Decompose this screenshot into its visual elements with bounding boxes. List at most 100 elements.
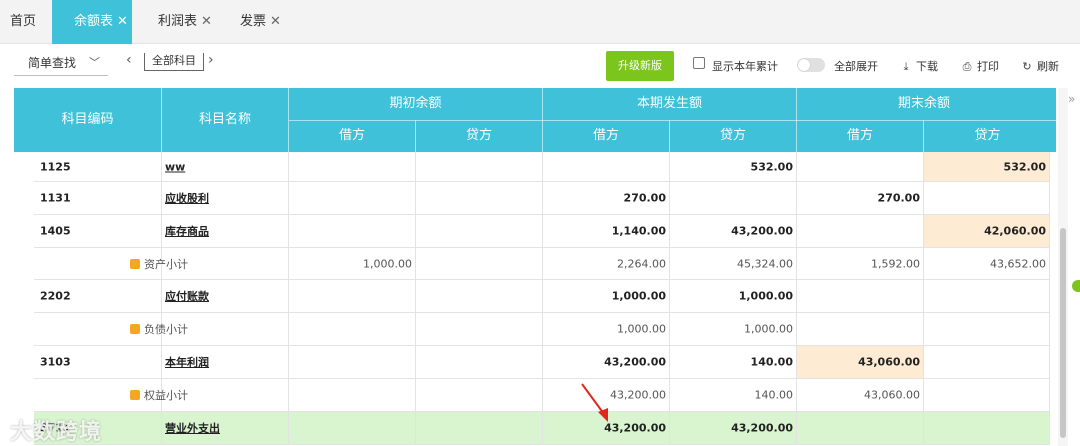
cell-name: 负债小计 — [130, 313, 289, 345]
cell-close-c: 42,060.00 — [924, 215, 1050, 247]
cell-open-d — [289, 379, 416, 411]
amount-value: 270.00 — [623, 191, 666, 205]
close-icon[interactable]: ✕ — [201, 14, 212, 29]
cell-close-c — [924, 412, 1050, 444]
cell-open-d: 1,000.00 — [289, 248, 416, 279]
amount-value: 532.00 — [750, 160, 793, 173]
chevron-left-icon[interactable]: ‹ — [126, 52, 132, 68]
account-name-link[interactable]: 营业外支出 — [165, 420, 220, 436]
amount-value: 140.00 — [750, 355, 793, 369]
subtotal-row[interactable]: 负债小计 1,000.00 1,000.00 — [34, 313, 1050, 346]
account-name-link[interactable]: 应付账款 — [165, 288, 209, 304]
account-name-link[interactable]: 应收股利 — [165, 190, 209, 206]
amount-value: 43,200.00 — [731, 421, 793, 435]
cell-close-d — [797, 313, 924, 345]
amount-value: 42,060.00 — [984, 224, 1046, 238]
account-name-link[interactable]: 本年利润 — [165, 354, 209, 370]
scope-label: 全部科目 — [152, 54, 196, 67]
table-row[interactable]: 3103 本年利润 43,200.00 140.00 43,060.00 — [34, 346, 1050, 379]
subtotal-row[interactable]: 权益小计 43,200.00 140.00 43,060.00 — [34, 379, 1050, 412]
header-code: 科目编码 — [14, 88, 162, 152]
subtotal-row[interactable]: 资产小计 1,000.00 2,264.00 45,324.00 1,592.00 43,… — [34, 248, 1050, 280]
cell-open-c — [416, 280, 543, 312]
download-button[interactable]: ⤓ 下载 — [900, 58, 938, 74]
amount-value: 43,652.00 — [990, 257, 1046, 270]
amount-value: 2,264.00 — [617, 257, 666, 270]
cell-open-d — [289, 346, 416, 378]
tab-label: 余额表 — [74, 14, 114, 29]
cell-code: 1405 — [34, 215, 162, 247]
cell-close-d: 1,592.00 — [797, 248, 924, 279]
cell-per-c: 140.00 — [670, 346, 797, 378]
cell-close-d: 270.00 — [797, 182, 924, 214]
tab-label: 利润表 — [158, 14, 198, 29]
expand-all-toggle[interactable] — [797, 58, 825, 72]
show-year-checkbox[interactable] — [693, 57, 705, 69]
table-row[interactable]: 2202 应付账款 1,000.00 1,000.00 — [34, 280, 1050, 313]
tab-balance[interactable]: 余额表 ✕ — [52, 0, 132, 44]
printer-icon: ⎙ — [962, 60, 972, 73]
table-row[interactable]: 1405 库存商品 1,140.00 43,200.00 42,060.00 — [34, 215, 1050, 248]
cell-open-c — [416, 346, 543, 378]
upgrade-button[interactable]: 升级新版 — [606, 51, 674, 81]
cell-open-d — [289, 152, 416, 181]
tab-invoice[interactable]: 发票 ✕ — [228, 0, 298, 44]
table-row[interactable]: 1125 ww 532.00 532.00 — [34, 152, 1050, 182]
account-code: 1125 — [40, 160, 71, 173]
cell-name: 营业外支出 — [162, 412, 289, 444]
cell-per-d: 43,200.00 — [543, 346, 670, 378]
account-name-link[interactable]: 库存商品 — [165, 223, 209, 239]
show-year-label: 显示本年累计 — [712, 60, 778, 73]
header-open-credit: 贷方 — [416, 120, 543, 152]
account-name-link[interactable]: ww — [165, 160, 185, 173]
cell-open-c — [416, 412, 543, 444]
cell-close-c — [924, 313, 1050, 345]
amount-value: 270.00 — [877, 191, 920, 205]
cell-per-d — [543, 152, 670, 181]
tab-profit[interactable]: 利润表 ✕ — [144, 0, 224, 44]
refresh-icon: ↻ — [1022, 60, 1032, 73]
amount-value: 140.00 — [754, 388, 794, 402]
cell-per-c: 43,200.00 — [670, 215, 797, 247]
cell-per-c: 43,200.00 — [670, 412, 797, 444]
cell-name: 库存商品 — [162, 215, 289, 247]
scope-selector[interactable]: 全部科目 — [144, 53, 204, 71]
cell-per-d: 1,140.00 — [543, 215, 670, 247]
subtotal-icon — [130, 258, 140, 269]
header-period-credit: 贷方 — [670, 120, 797, 152]
header-group-open: 期初余额 — [289, 88, 543, 120]
tab-bar: 首页 余额表 ✕ 利润表 ✕ 发票 ✕ — [0, 0, 1080, 44]
cell-close-c — [924, 182, 1050, 214]
table-row[interactable]: 1131 应收股利 270.00 270.00 — [34, 182, 1050, 215]
cell-name: 本年利润 — [162, 346, 289, 378]
subtotal-label: 负债小计 — [144, 323, 188, 336]
cell-close-d — [797, 215, 924, 247]
print-button[interactable]: ⎙ 打印 — [961, 58, 999, 74]
chevron-right-icon[interactable]: › — [208, 52, 214, 68]
vertical-scrollbar[interactable] — [1058, 88, 1068, 446]
search-mode-select[interactable]: 简单查找 ﹀ — [14, 50, 108, 76]
close-icon[interactable]: ✕ — [117, 14, 128, 29]
cell-open-d — [289, 313, 416, 345]
cell-name: 资产小计 — [130, 248, 289, 279]
cell-name: ww — [162, 152, 289, 181]
tab-home[interactable]: 首页 — [0, 0, 50, 44]
table-row[interactable]: 5711 营业外支出 43,200.00 43,200.00 — [34, 412, 1050, 445]
scroll-thumb[interactable] — [1060, 228, 1066, 438]
amount-value: 43,060.00 — [864, 388, 920, 402]
cell-open-d — [289, 215, 416, 247]
close-icon[interactable]: ✕ — [270, 14, 281, 29]
cell-open-c — [416, 313, 543, 345]
cell-open-c — [416, 182, 543, 214]
side-badge-icon[interactable] — [1072, 280, 1080, 292]
cell-close-c — [924, 379, 1050, 411]
cell-per-d: 2,264.00 — [543, 248, 670, 279]
expand-all-label: 全部展开 — [834, 60, 878, 73]
collapse-panel-icon[interactable]: » — [1068, 92, 1075, 106]
toolbar: 简单查找 ﹀ ‹ 全部科目 › 升级新版 显示本年累计 全部展开 ⤓ 下载 ⎙ 打印… — [0, 44, 1080, 88]
cell-open-d — [289, 280, 416, 312]
amount-value: 1,140.00 — [611, 224, 666, 238]
refresh-button[interactable]: ↻ 刷新 — [1021, 58, 1059, 74]
amount-value: 43,200.00 — [604, 355, 666, 369]
account-code: 1405 — [40, 224, 71, 238]
